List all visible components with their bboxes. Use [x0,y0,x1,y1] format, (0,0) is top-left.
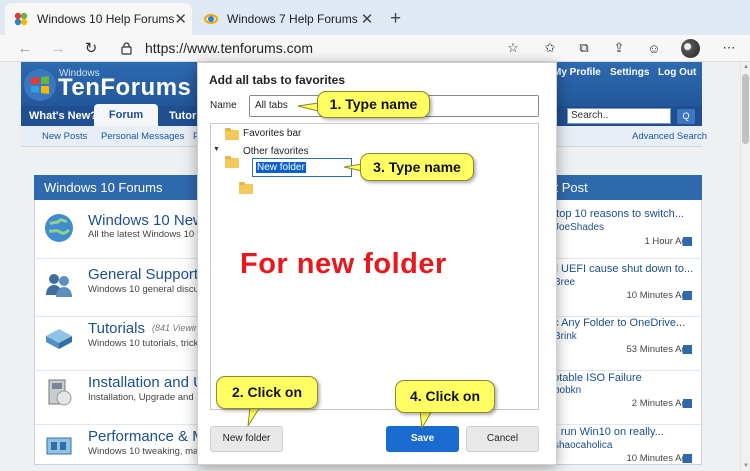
callout-pointers [247,102,433,430]
step-4-callout: 4. Click on [395,380,495,413]
step-1-callout: 1. Type name [317,91,430,118]
step-3-callout: 3. Type name [360,153,474,181]
step-2-callout: 2. Click on [216,376,318,409]
